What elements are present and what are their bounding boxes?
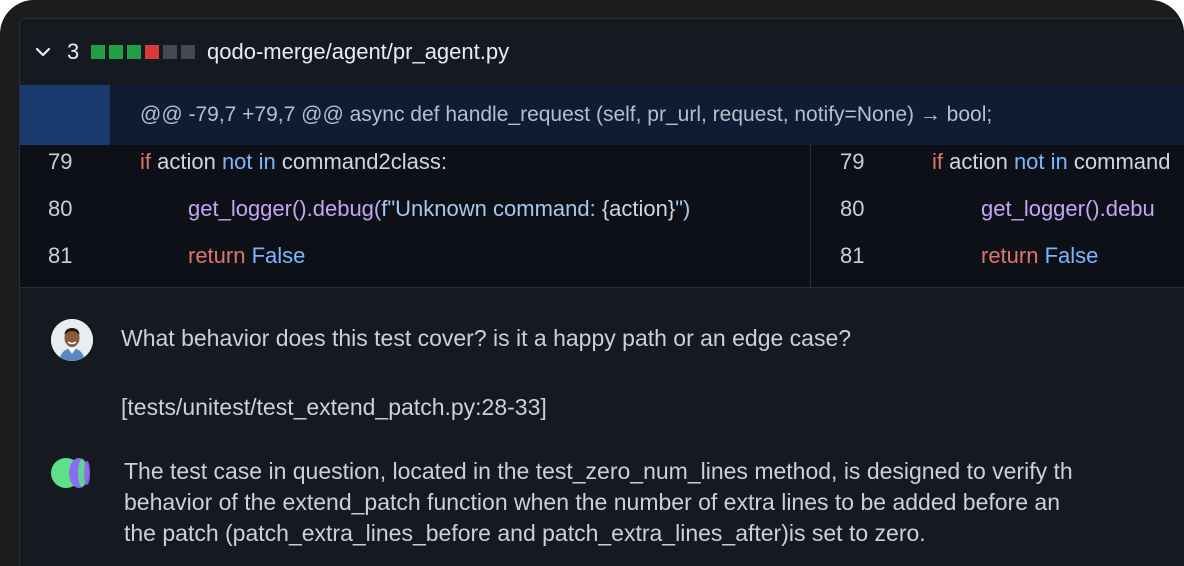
right-line-number: 81 [840,243,865,268]
code-token: return [981,243,1045,268]
user-question: What behavior does this test cover? is i… [121,325,852,351]
code-reference[interactable]: [tests/unitest/test_extend_patch.py:28-3… [121,394,547,421]
diffstat-block [109,45,123,59]
code-token: f"Unknown command: [381,196,602,221]
code-token: if [140,149,151,174]
file-header[interactable]: 3 qodo-merge/agent/pr_agent.py [20,19,1184,86]
hunk-header: @@ -79,7 +79,7 @@ async def handle_reque… [140,103,993,126]
code-token: not in [1013,149,1068,174]
answer-line: The test case in question, located in th… [124,458,1073,484]
diffstat-block [91,45,105,59]
file-path[interactable]: qodo-merge/agent/pr_agent.py [207,39,509,65]
code-token: command [1067,149,1171,174]
code-token: False [251,243,306,268]
diffstat-block [127,45,141,59]
answer-line: the patch (patch_extra_lines_before and … [124,520,926,546]
diffstat-blocks [91,45,195,59]
code-token: False [1044,243,1099,268]
right-code-line: return False [981,243,1098,283]
chevron-down-icon[interactable] [34,43,52,61]
user-avatar [51,319,93,361]
left-line-number: 80 [48,196,73,221]
diffstat-block [181,45,195,59]
left-line-number: 79 [48,149,73,174]
code-token: command2class: [275,149,447,174]
diff-panel: 3 qodo-merge/agent/pr_agent.py @@ -79,7 … [19,18,1184,566]
code-token: get_logger().debu [981,196,1155,221]
code-token: {action} [601,196,676,221]
qodo-logo-icon [51,458,90,488]
hunk-header-row: @@ -79,7 +79,7 @@ async def handle_reque… [20,85,1184,145]
split-divider [810,145,811,287]
hunk-expand-gutter[interactable] [20,85,110,145]
code-token: get_logger().debug( [188,196,382,221]
right-code-line: if action not in command [932,149,1170,189]
right-line-number: 79 [840,149,865,174]
right-code-line: get_logger().debu [981,196,1155,236]
changes-count: 3 [67,39,80,64]
code-token: action [151,149,222,174]
answer-line: behavior of the extend_patch function wh… [124,489,1060,515]
code-token: action [943,149,1014,174]
left-code-line: if action not in command2class: [140,149,447,189]
left-code-line: return False [188,243,305,283]
assistant-answer: The test case in question, located in th… [124,456,1184,549]
code-token: if [932,149,943,174]
left-line-number: 81 [48,243,73,268]
code-token: return [188,243,252,268]
left-code-line: get_logger().debug(f"Unknown command: {a… [188,196,690,236]
code-lines: 79 if action not in command2class: 80 get_l… [20,145,1184,287]
diffstat-block [163,45,177,59]
code-token: not in [221,149,276,174]
diffstat-block [145,45,159,59]
code-token: ") [675,196,691,221]
avatar-image [51,319,93,361]
right-line-number: 80 [840,196,865,221]
app-frame: 3 qodo-merge/agent/pr_agent.py @@ -79,7 … [0,0,1184,566]
comment-thread: What behavior does this test cover? is i… [20,287,1184,566]
